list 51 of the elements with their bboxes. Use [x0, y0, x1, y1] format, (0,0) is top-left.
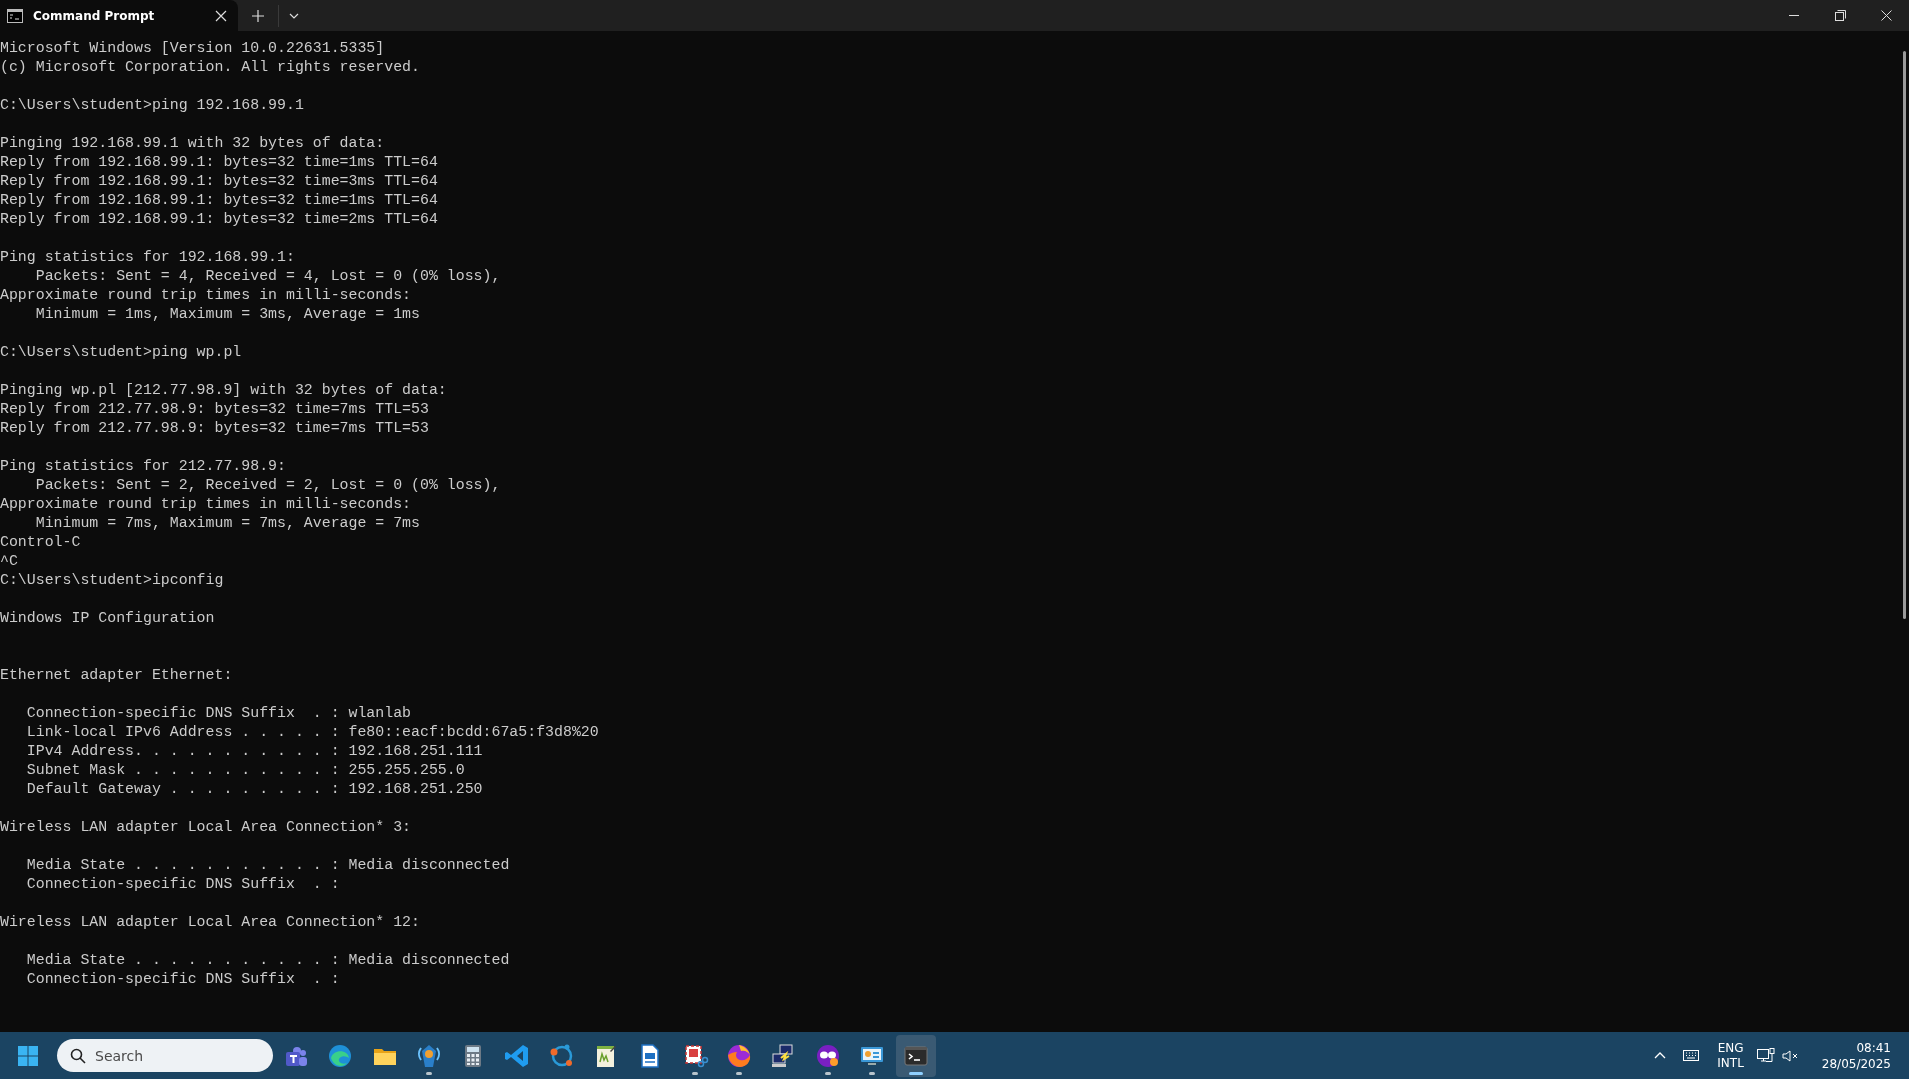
terminal-line: Pinging 192.168.99.1 with 32 bytes of data: — [0, 134, 385, 153]
command-prompt-icon — [7, 8, 23, 23]
terminal-line: Reply from 212.77.98.9: bytes=32 time=7ms TTL=53 — [0, 419, 429, 438]
terminal-line: Subnet Mask . . . . . . . . . . . : 255.255.255.0 — [25, 761, 465, 780]
terminal-line: Packets: Sent = 4, Received = 4, Lost = 0 (0% loss), — [34, 267, 501, 286]
terminal-tab[interactable]: Command Prompt — [0, 0, 238, 31]
terminal-line: Wireless LAN adapter Local Area Connection* 3: — [0, 818, 412, 837]
clock[interactable]: 08:41 28/05/2025 — [1821, 1039, 1891, 1072]
terminal-line: Approximate round trip times in milli-seconds: — [0, 495, 412, 514]
minimize-icon — [1789, 15, 1799, 16]
terminal-line: IPv4 Address. . . . . . . . . . . : 192.168.251.111 — [25, 742, 483, 761]
keyboard-icon — [1683, 1050, 1700, 1061]
terminal-line: Packets: Sent = 2, Received = 2, Lost = 0 (0% loss), — [34, 476, 501, 495]
plus-icon — [252, 9, 264, 22]
terminal-line: Approximate round trip times in milli-seconds: — [0, 286, 412, 305]
terminal-line: Reply from 192.168.99.1: bytes=32 time=2ms TTL=64 — [0, 210, 438, 229]
terminal-line: Ping statistics for 192.168.99.1: — [0, 248, 295, 267]
terminal-line: Connection-specific DNS Suffix . : — [25, 875, 340, 894]
terminal-line: Windows IP Configuration — [0, 609, 215, 628]
terminal-line: Pinging wp.pl [212.77.98.9] with 32 bytes of data: — [0, 381, 447, 400]
terminal-line: Minimum = 7ms, Maximum = 7ms, Average = 7ms — [34, 514, 420, 533]
terminal-line: Microsoft Windows [Version 10.0.22631.5335] — [0, 39, 385, 58]
terminal-line: Minimum = 1ms, Maximum = 3ms, Average = 1ms — [34, 305, 420, 324]
taskbar-app-button[interactable] — [896, 1034, 937, 1077]
terminal-line: C:\Users\student>ping wp.pl — [0, 343, 242, 362]
terminal-line: C:\Users\student>ping 192.168.99.1 — [0, 96, 304, 115]
search-field[interactable]: Search — [57, 1039, 273, 1072]
terminal-line: Control-C — [0, 533, 81, 552]
terminal-line: ^C — [0, 552, 18, 571]
scrollbar-thumb[interactable] — [1903, 51, 1906, 619]
terminal-line: Media State . . . . . . . . . . . : Media disconnected — [25, 856, 510, 875]
terminal-line: Ethernet adapter Ethernet: — [0, 666, 233, 685]
chevron-up-icon — [1654, 1052, 1667, 1059]
terminal-line: Wireless LAN adapter Local Area Connection* 12: — [0, 913, 420, 932]
chevron-down-icon — [288, 13, 299, 19]
terminal-line: C:\Users\student>ipconfig — [0, 571, 224, 590]
terminal-line: Reply from 212.77.98.9: bytes=32 time=7ms TTL=53 — [0, 400, 429, 419]
terminal-line: Reply from 192.168.99.1: bytes=32 time=1ms TTL=64 — [0, 153, 438, 172]
terminal-line: (c) Microsoft Corporation. All rights reserved. — [0, 58, 420, 77]
restore-icon — [1834, 10, 1846, 21]
terminal-line: Connection-specific DNS Suffix . : wlanlab — [25, 704, 412, 723]
terminal-line: Default Gateway . . . . . . . . . : 192.168.251.250 — [25, 780, 483, 799]
terminal-line: Connection-specific DNS Suffix . : — [25, 970, 340, 989]
terminal-line: Reply from 192.168.99.1: bytes=32 time=1ms TTL=64 — [0, 191, 438, 210]
terminal-line: Ping statistics for 212.77.98.9: — [0, 457, 286, 476]
terminal-line: Reply from 192.168.99.1: bytes=32 time=3ms TTL=64 — [0, 172, 438, 191]
close-icon — [1880, 10, 1892, 21]
terminal-line: Link-local IPv6 Address . . . . . : fe80::eacf:bcdd:67a5:f3d8%20 — [25, 723, 599, 742]
terminal-line: Media State . . . . . . . . . . . : Media disconnected — [25, 951, 510, 970]
language-indicator[interactable]: ENG INTL — [1717, 1040, 1744, 1071]
search-icon — [70, 1048, 86, 1064]
